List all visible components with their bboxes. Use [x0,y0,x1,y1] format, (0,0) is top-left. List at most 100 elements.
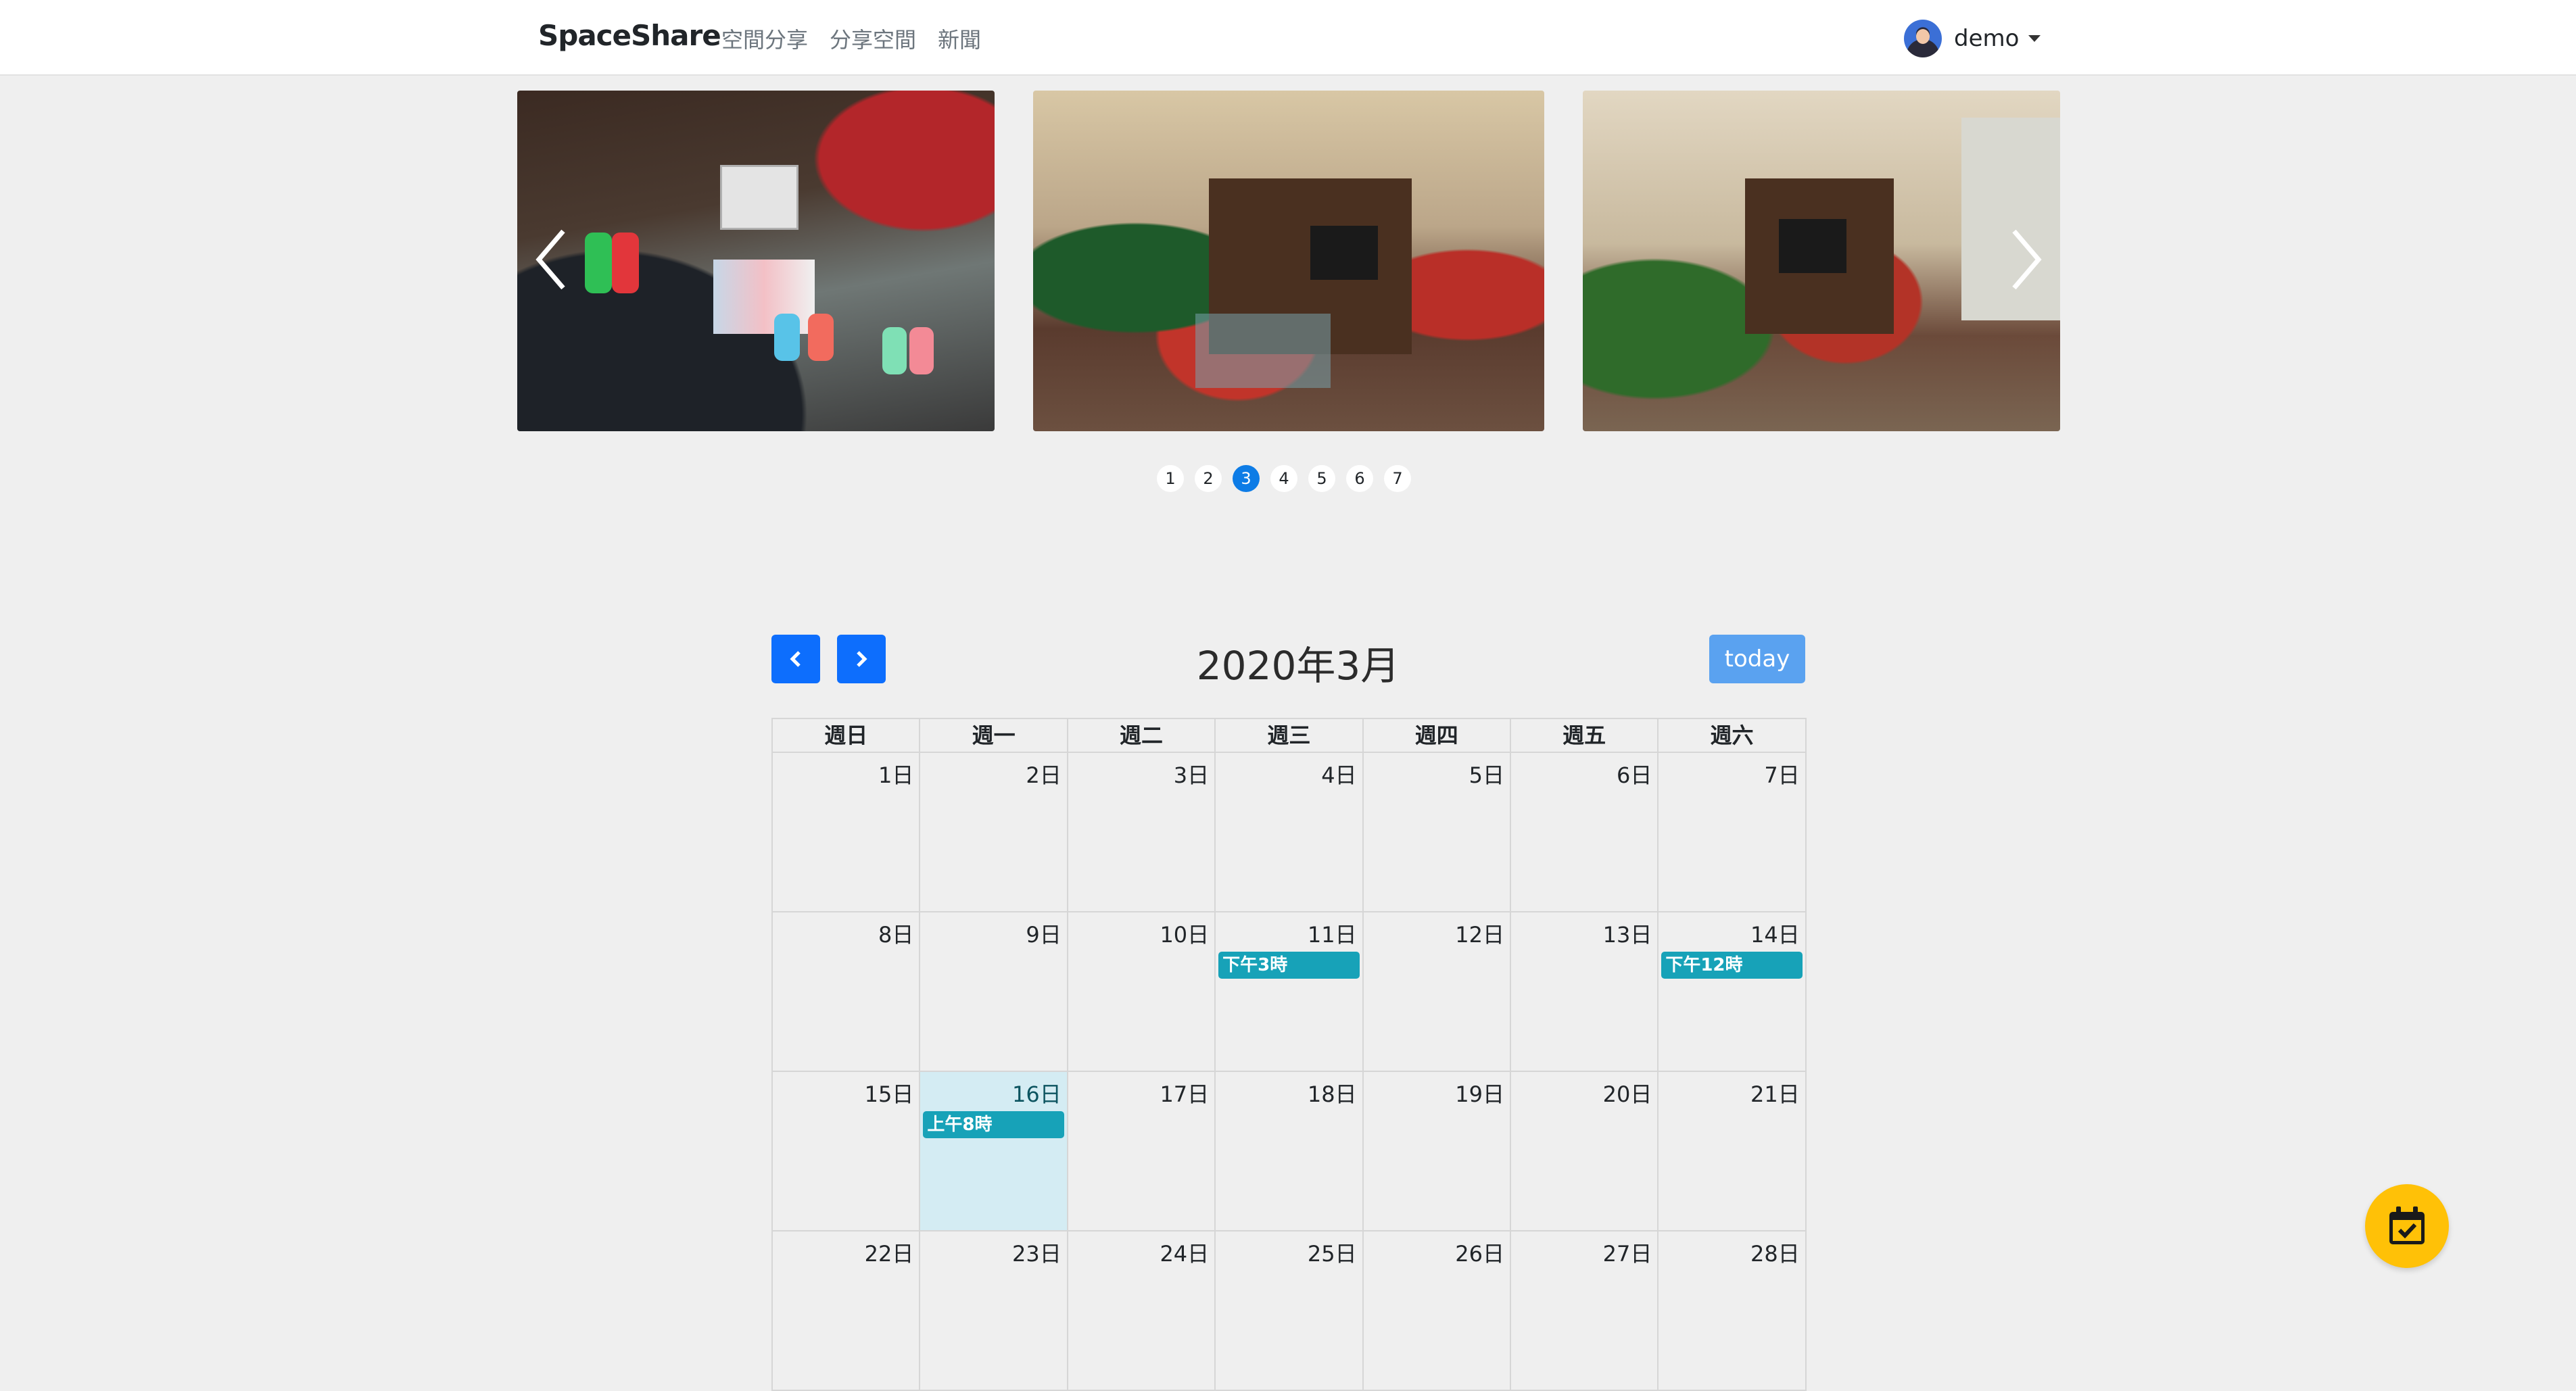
calendar-day-cell[interactable]: 22日 [773,1231,921,1391]
day-number[interactable]: 15日 [865,1077,914,1108]
day-number[interactable]: 11日 [1308,918,1357,949]
calendar-event[interactable]: 上午8時 [923,1111,1064,1138]
calendar-day-cell[interactable]: 7日 [1659,753,1807,912]
carousel-indicator-3[interactable]: 3 [1233,465,1260,492]
day-number[interactable]: 14日 [1750,918,1800,949]
booking-fab-button[interactable] [2365,1184,2449,1268]
today-button[interactable]: today [1709,635,1805,683]
chevron-right-icon [857,651,867,667]
day-number[interactable]: 19日 [1455,1077,1504,1108]
calendar-day-cell[interactable]: 27日 [1510,1231,1659,1391]
chevron-left-icon [790,651,801,667]
weekday-header: 週日 [773,719,921,753]
day-number[interactable]: 9日 [1026,918,1061,949]
carousel-prev-button[interactable] [531,226,571,293]
brand-logo[interactable]: SpaceShare [538,19,721,52]
caret-down-icon [2028,35,2041,42]
calendar-day-cell[interactable]: 10日 [1068,912,1216,1072]
day-number[interactable]: 23日 [1012,1237,1062,1268]
carousel-indicator-7[interactable]: 7 [1384,465,1411,492]
calendar-day-cell[interactable]: 3日 [1068,753,1216,912]
weekday-header: 週二 [1068,719,1216,753]
day-number[interactable]: 26日 [1455,1237,1504,1268]
calendar-day-cell[interactable]: 4日 [1216,753,1364,912]
calendar-month-grid: 週日 週一 週二 週三 週四 週五 週六 1日 2日 3日 4日 5日 6日 7日 8日 9日 1… [771,718,1807,1391]
calendar-day-cell[interactable]: 18日 [1216,1072,1364,1231]
image-carousel [517,91,2060,431]
calendar-day-cell[interactable]: 11日下午3時 [1216,912,1364,1072]
calendar-day-cell[interactable]: 8日 [773,912,921,1072]
calendar-day-cell[interactable]: 25日 [1216,1231,1364,1391]
day-number[interactable]: 21日 [1750,1077,1800,1108]
day-number[interactable]: 12日 [1455,918,1504,949]
day-number[interactable]: 22日 [865,1237,914,1268]
nav-link-news[interactable]: 新聞 [938,23,981,54]
weekday-header: 週四 [1363,719,1511,753]
day-number[interactable]: 27日 [1603,1237,1652,1268]
day-number[interactable]: 2日 [1026,758,1061,789]
day-number[interactable]: 10日 [1160,918,1209,949]
calendar-prev-button[interactable] [771,635,820,683]
calendar-day-cell[interactable]: 23日 [920,1231,1068,1391]
day-number[interactable]: 6日 [1617,758,1652,789]
avatar [1904,20,1942,57]
calendar-day-cell[interactable]: 15日 [773,1072,921,1231]
calendar-day-cell[interactable]: 17日 [1068,1072,1216,1231]
day-number[interactable]: 16日 [1012,1077,1062,1108]
calendar-day-cell[interactable]: 24日 [1068,1231,1216,1391]
nav-link-share-space[interactable]: 分享空間 [830,23,916,54]
nav-link-space-share[interactable]: 空間分享 [721,23,808,54]
calendar-day-cell[interactable]: 14日下午12時 [1659,912,1807,1072]
calendar-day-cell[interactable]: 19日 [1363,1072,1511,1231]
calendar-day-cell[interactable]: 2日 [920,753,1068,912]
calendar-week-row: 15日 16日 上午8時 17日 18日 19日 20日 21日 [773,1072,1807,1231]
carousel-image-game-console [517,91,995,431]
calendar-day-cell[interactable]: 6日 [1510,753,1659,912]
calendar-day-cell[interactable]: 16日上午8時 [920,1072,1068,1231]
day-number[interactable]: 1日 [878,758,913,789]
weekday-header: 週六 [1659,719,1807,753]
calendar-next-button[interactable] [837,635,886,683]
day-number[interactable]: 4日 [1321,758,1356,789]
calendar-day-cell[interactable]: 5日 [1363,753,1511,912]
day-number[interactable]: 25日 [1308,1237,1357,1268]
carousel-image-living-room-2 [1583,91,2060,431]
carousel-indicator-6[interactable]: 6 [1346,465,1373,492]
day-number[interactable]: 17日 [1160,1077,1209,1108]
calendar-day-cell[interactable]: 9日 [920,912,1068,1072]
calendar-event[interactable]: 下午12時 [1661,952,1803,979]
user-menu[interactable]: demo [1904,19,2041,58]
carousel-indicator-5[interactable]: 5 [1308,465,1335,492]
weekday-header: 週三 [1216,719,1364,753]
carousel-indicators: 1 2 3 4 5 6 7 [1157,465,1422,492]
calendar-day-cell[interactable]: 13日 [1510,912,1659,1072]
calendar-day-cell[interactable]: 21日 [1659,1072,1807,1231]
day-number[interactable]: 13日 [1603,918,1652,949]
calendar-day-cell[interactable]: 12日 [1363,912,1511,1072]
calendar-event[interactable]: 下午3時 [1218,952,1360,979]
day-number[interactable]: 7日 [1764,758,1799,789]
day-number[interactable]: 18日 [1308,1077,1357,1108]
day-number[interactable]: 28日 [1750,1237,1800,1268]
calendar-day-cell[interactable]: 26日 [1363,1231,1511,1391]
calendar-body: 1日 2日 3日 4日 5日 6日 7日 8日 9日 10日 11日 下午3時 12日 13日 14日 下午1… [773,753,1807,1391]
weekday-header: 週一 [920,719,1068,753]
calendar-day-cell[interactable]: 28日 [1659,1231,1807,1391]
calendar-day-cell[interactable]: 1日 [773,753,921,912]
calendar-day-cell[interactable]: 20日 [1510,1072,1659,1231]
carousel-indicator-2[interactable]: 2 [1195,465,1222,492]
carousel-indicator-1[interactable]: 1 [1157,465,1184,492]
day-number[interactable]: 20日 [1603,1077,1652,1108]
calendar-week-row: 22日 23日 24日 25日 26日 27日 28日 [773,1231,1807,1391]
chevron-left-icon [535,229,565,290]
carousel-image-living-room [1033,91,1544,431]
day-number[interactable]: 3日 [1174,758,1209,789]
weekday-header: 週五 [1510,719,1659,753]
day-number[interactable]: 5日 [1469,758,1504,789]
chevron-right-icon [2012,229,2042,290]
carousel-next-button[interactable] [2006,226,2047,293]
carousel-indicator-4[interactable]: 4 [1270,465,1297,492]
day-number[interactable]: 24日 [1160,1237,1209,1268]
calendar-title: 2020年3月 [1196,643,1400,689]
day-number[interactable]: 8日 [878,918,913,949]
